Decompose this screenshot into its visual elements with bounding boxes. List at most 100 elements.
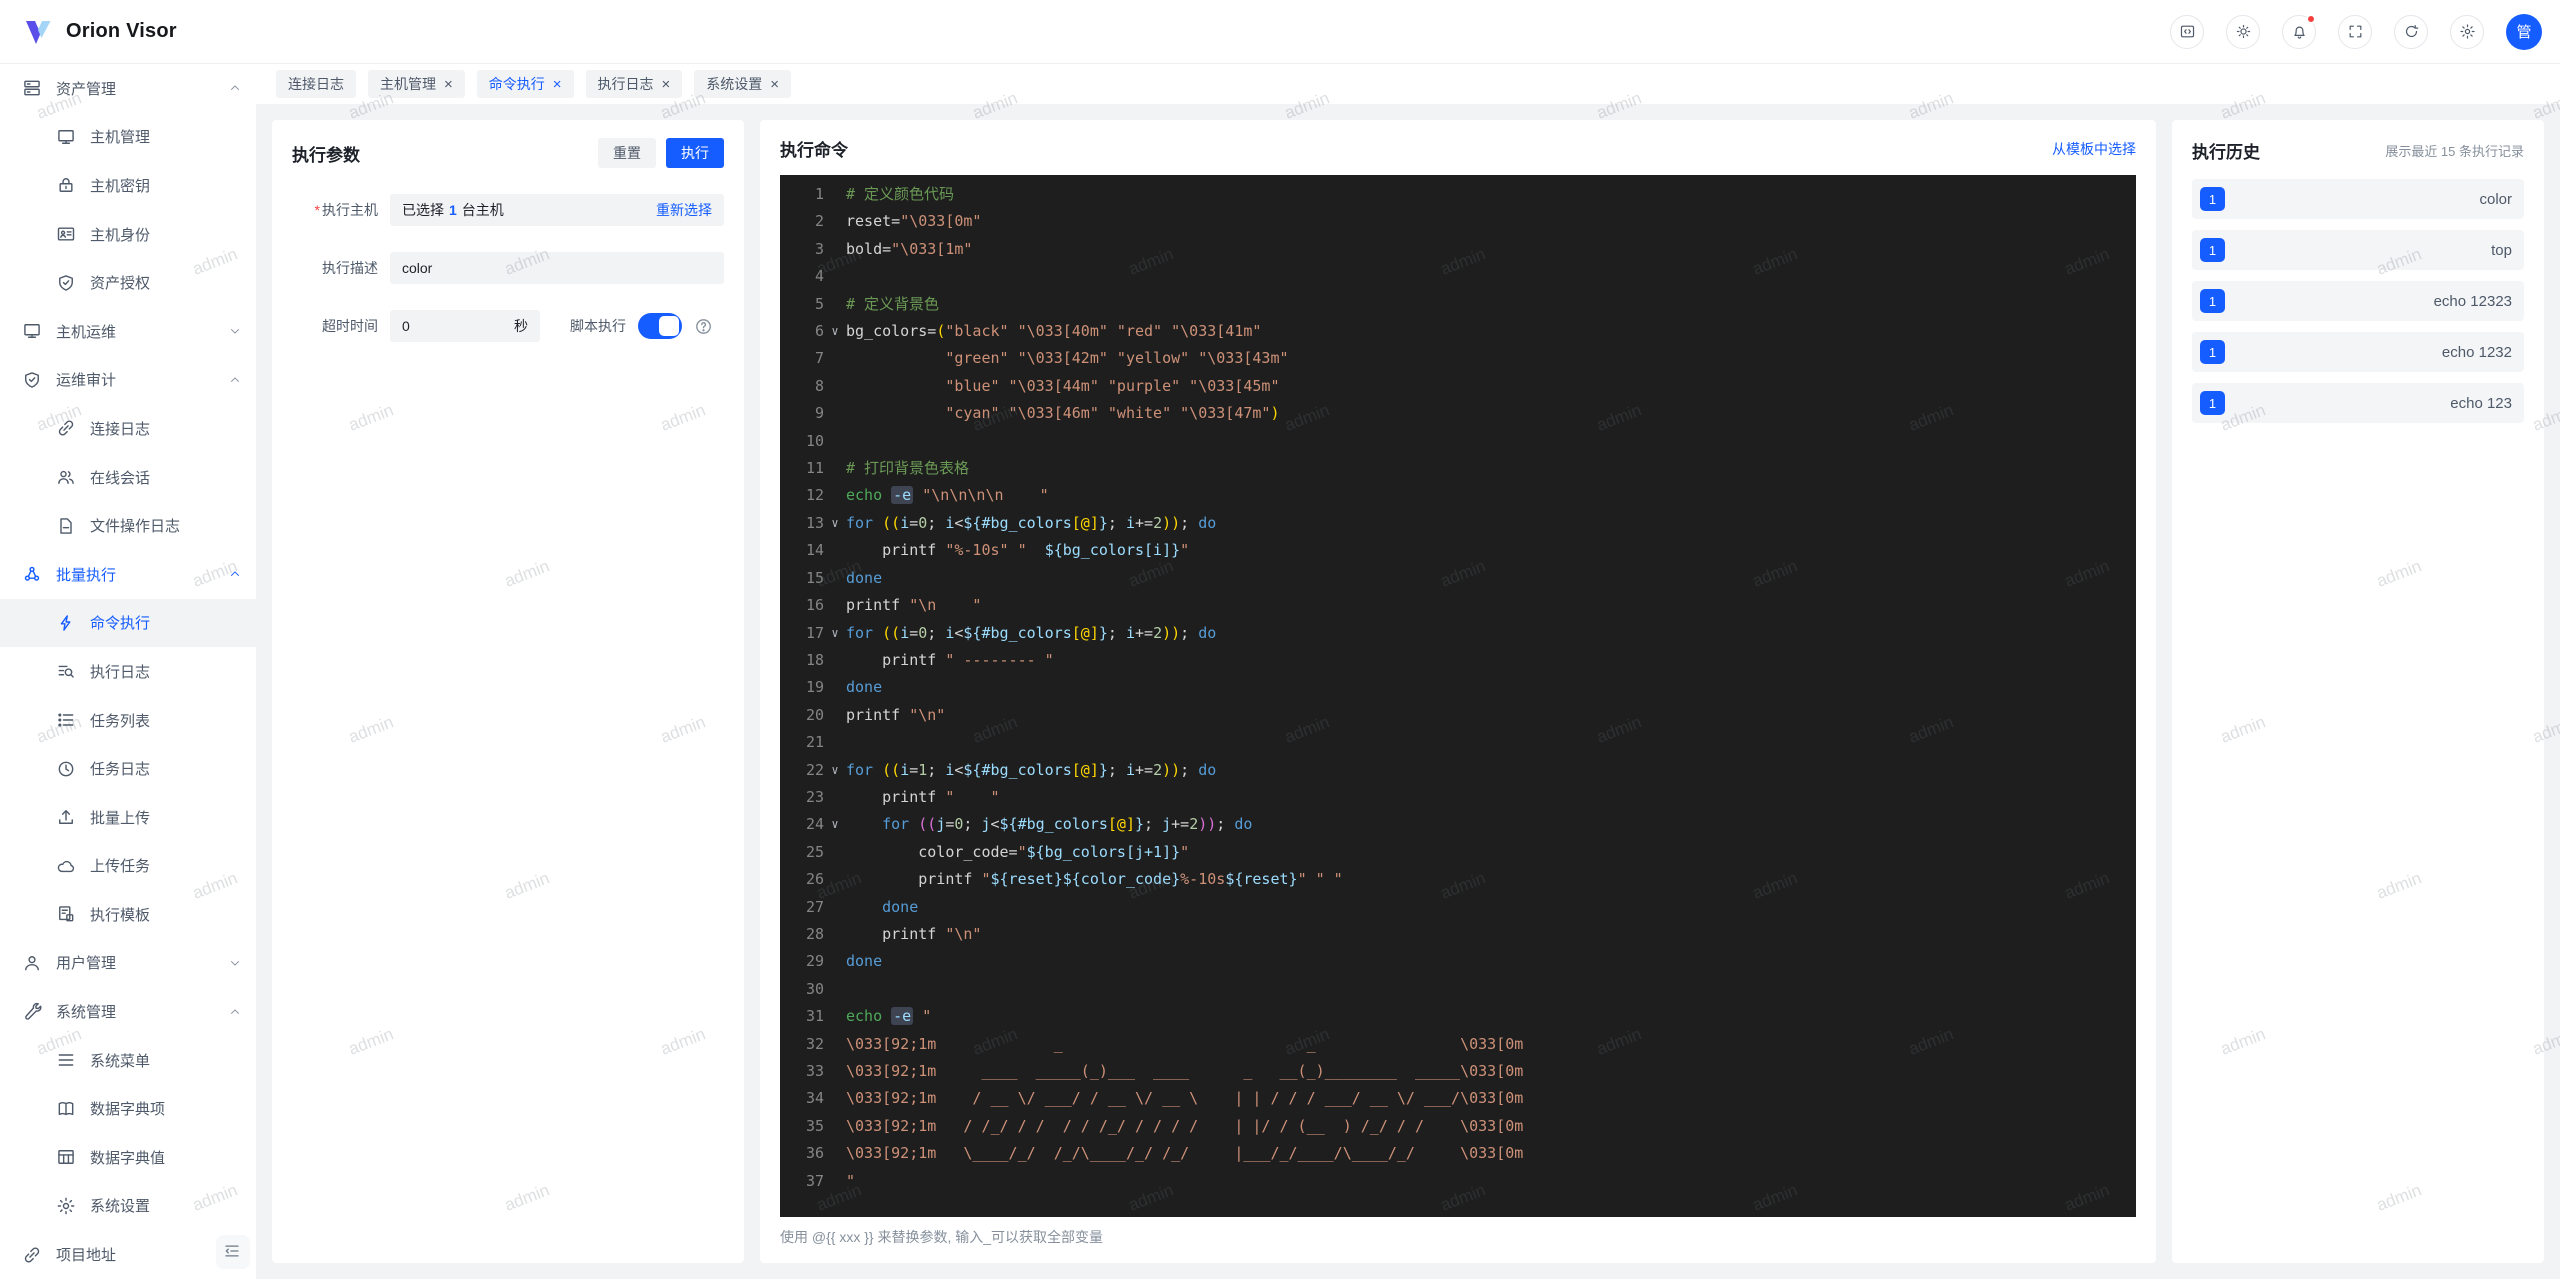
editor-line[interactable]: 6 ∨ bg_colors=("black" "\033[40m" "red" "\… bbox=[780, 318, 2136, 345]
sidebar-item-task-log[interactable]: 任务日志 bbox=[0, 744, 256, 793]
sidebar-item-system-setting[interactable]: 系统设置 bbox=[0, 1182, 256, 1231]
close-tab-icon[interactable]: × bbox=[444, 77, 453, 92]
close-tab-icon[interactable]: × bbox=[770, 77, 779, 92]
sidebar-item-asset-authorization[interactable]: 资产授权 bbox=[0, 258, 256, 307]
choose-template-link[interactable]: 从模板中选择 bbox=[2052, 139, 2136, 159]
sidebar-collapse-button[interactable] bbox=[216, 1235, 250, 1269]
editor-line[interactable]: 22 ∨ for ((i=1; i<${#bg_colors[@]}; i+=2))… bbox=[780, 757, 2136, 784]
editor-line[interactable]: 14 printf "%-10s" " ${bg_colors[i]}" bbox=[780, 537, 2136, 564]
notifications-button[interactable] bbox=[2282, 13, 2316, 49]
close-tab-icon[interactable]: × bbox=[553, 77, 562, 92]
history-item[interactable]: 1 echo 1232 bbox=[2192, 332, 2524, 372]
editor-line[interactable]: 5 # 定义背景色 bbox=[780, 291, 2136, 318]
editor-line[interactable]: 34 \033[92;1m / __ \/ ___/ / __ \/ __ \ |… bbox=[780, 1085, 2136, 1112]
sidebar-item-online-session[interactable]: 在线会话 bbox=[0, 453, 256, 502]
sidebar-item-dict-key[interactable]: 数据字典项 bbox=[0, 1084, 256, 1133]
refresh-button[interactable] bbox=[2394, 14, 2428, 49]
timeout-field[interactable]: 0 秒 bbox=[390, 310, 540, 342]
fold-chevron-icon[interactable]: ∨ bbox=[824, 757, 846, 784]
editor-line[interactable]: 32 \033[92;1m _ _ \033[0m bbox=[780, 1031, 2136, 1058]
sidebar-item-host-identity[interactable]: 主机身份 bbox=[0, 210, 256, 259]
sidebar-item-batch-execution[interactable]: 批量执行 bbox=[0, 550, 256, 599]
editor-line[interactable]: 23 printf " " bbox=[780, 784, 2136, 811]
editor-line[interactable]: 2 reset="\033[0m" bbox=[780, 208, 2136, 235]
theme-toggle-button[interactable] bbox=[2226, 14, 2260, 49]
editor-line[interactable]: 20 printf "\n" bbox=[780, 702, 2136, 729]
editor-line[interactable]: 25 color_code="${bg_colors[j+1]}" bbox=[780, 839, 2136, 866]
sidebar-item-connection-log[interactable]: 连接日志 bbox=[0, 404, 256, 453]
host-selector-field[interactable]: 已选择 1 台主机 重新选择 bbox=[390, 194, 724, 226]
run-button[interactable]: 执行 bbox=[666, 138, 724, 168]
sidebar-item-dict-value[interactable]: 数据字典值 bbox=[0, 1133, 256, 1182]
history-item[interactable]: 1 color bbox=[2192, 179, 2524, 219]
sidebar-item-execution-template[interactable]: 执行模板 bbox=[0, 890, 256, 939]
editor-line[interactable]: 33 \033[92;1m ____ _____(_)___ ____ _ __(… bbox=[780, 1058, 2136, 1085]
editor-line[interactable]: 4 bbox=[780, 263, 2136, 290]
sidebar: 资产管理 主机管理 主机密钥 主机身份 资产授权 主机运维 运维审计 连接日志 在线会话 文件操作… bbox=[0, 64, 256, 1279]
reset-button[interactable]: 重置 bbox=[598, 138, 656, 168]
sidebar-item-system-menu[interactable]: 系统菜单 bbox=[0, 1036, 256, 1085]
editor-line[interactable]: 18 printf " -------- " bbox=[780, 647, 2136, 674]
description-input[interactable] bbox=[390, 252, 724, 284]
reselect-link[interactable]: 重新选择 bbox=[656, 200, 712, 220]
editor-line[interactable]: 29 done bbox=[780, 948, 2136, 975]
sidebar-item-execution-log[interactable]: 执行日志 bbox=[0, 647, 256, 696]
editor-line[interactable]: 36 \033[92;1m \____/_/ /_/\____/_/ /_/ |_… bbox=[780, 1140, 2136, 1167]
fold-chevron-icon[interactable]: ∨ bbox=[824, 811, 846, 838]
editor-line[interactable]: 21 bbox=[780, 729, 2136, 756]
tab-execution-log[interactable]: 执行日志 × bbox=[585, 70, 683, 98]
fold-chevron-icon[interactable]: ∨ bbox=[824, 318, 846, 345]
sidebar-item-host-key[interactable]: 主机密钥 bbox=[0, 161, 256, 210]
sidebar-item-upload-task[interactable]: 上传任务 bbox=[0, 842, 256, 891]
editor-line[interactable]: 27 done bbox=[780, 894, 2136, 921]
code-editor[interactable]: 1 # 定义颜色代码 2 reset="\033[0m" 3 bold="\033[1m"… bbox=[780, 175, 2136, 1217]
editor-line[interactable]: 10 bbox=[780, 428, 2136, 455]
editor-line[interactable]: 12 echo -e "\n\n\n\n " bbox=[780, 482, 2136, 509]
tab-command-execution[interactable]: 命令执行 × bbox=[476, 70, 574, 98]
editor-line[interactable]: 26 printf "${reset}${color_code}%-10s${r… bbox=[780, 866, 2136, 893]
editor-line[interactable]: 28 printf "\n" bbox=[780, 921, 2136, 948]
editor-line[interactable]: 7 "green" "\033[42m" "yellow" "\033[43m" bbox=[780, 345, 2136, 372]
sidebar-item-asset-management[interactable]: 资产管理 bbox=[0, 64, 256, 113]
editor-line[interactable]: 16 printf "\n " bbox=[780, 592, 2136, 619]
fold-chevron-icon[interactable]: ∨ bbox=[824, 510, 846, 537]
editor-line[interactable]: 35 \033[92;1m / /_/ / / / / /_/ / / / / |… bbox=[780, 1113, 2136, 1140]
fold-chevron-icon[interactable]: ∨ bbox=[824, 620, 846, 647]
settings-button[interactable] bbox=[2450, 14, 2484, 49]
sidebar-item-ops-audit[interactable]: 运维审计 bbox=[0, 356, 256, 405]
sidebar-item-system-management[interactable]: 系统管理 bbox=[0, 987, 256, 1036]
sidebar-item-user-management[interactable]: 用户管理 bbox=[0, 939, 256, 988]
editor-line[interactable]: 19 done bbox=[780, 674, 2136, 701]
editor-line[interactable]: 17 ∨ for ((i=0; i<${#bg_colors[@]}; i+=2))… bbox=[780, 620, 2136, 647]
sidebar-item-command-execution[interactable]: 命令执行 bbox=[0, 598, 256, 648]
fullscreen-button[interactable] bbox=[2338, 14, 2372, 49]
help-icon[interactable] bbox=[694, 317, 713, 336]
sidebar-item-task-list[interactable]: 任务列表 bbox=[0, 696, 256, 745]
script-exec-toggle[interactable] bbox=[638, 313, 682, 339]
close-tab-icon[interactable]: × bbox=[662, 77, 671, 92]
user-avatar[interactable]: 管 bbox=[2506, 13, 2542, 50]
editor-line[interactable]: 11 # 打印背景色表格 bbox=[780, 455, 2136, 482]
editor-line[interactable]: 8 "blue" "\033[44m" "purple" "\033[45m" bbox=[780, 373, 2136, 400]
code-preview-button[interactable] bbox=[2170, 14, 2204, 49]
editor-line[interactable]: 13 ∨ for ((i=0; i<${#bg_colors[@]}; i+=2))… bbox=[780, 510, 2136, 537]
cloud-icon bbox=[56, 856, 76, 876]
history-item[interactable]: 1 echo 12323 bbox=[2192, 281, 2524, 321]
editor-line[interactable]: 30 bbox=[780, 976, 2136, 1003]
editor-line[interactable]: 37 " bbox=[780, 1168, 2136, 1195]
sidebar-item-host-management[interactable]: 主机管理 bbox=[0, 113, 256, 162]
tab-connection-log[interactable]: 连接日志 bbox=[276, 70, 356, 98]
history-item[interactable]: 1 top bbox=[2192, 230, 2524, 270]
tab-system-setting[interactable]: 系统设置 × bbox=[694, 70, 792, 98]
sidebar-item-host-ops[interactable]: 主机运维 bbox=[0, 307, 256, 356]
editor-line[interactable]: 9 "cyan" "\033[46m" "white" "\033[47m") bbox=[780, 400, 2136, 427]
sidebar-item-batch-upload[interactable]: 批量上传 bbox=[0, 793, 256, 842]
editor-line[interactable]: 24 ∨ for ((j=0; j<${#bg_colors[@]}; j+=2)… bbox=[780, 811, 2136, 838]
sidebar-item-file-operation-log[interactable]: 文件操作日志 bbox=[0, 501, 256, 550]
editor-line[interactable]: 1 # 定义颜色代码 bbox=[780, 181, 2136, 208]
history-item[interactable]: 1 echo 123 bbox=[2192, 383, 2524, 423]
editor-line[interactable]: 15 done bbox=[780, 565, 2136, 592]
editor-line[interactable]: 31 echo -e " bbox=[780, 1003, 2136, 1030]
editor-line[interactable]: 3 bold="\033[1m" bbox=[780, 236, 2136, 263]
tab-host-management[interactable]: 主机管理 × bbox=[368, 70, 465, 98]
